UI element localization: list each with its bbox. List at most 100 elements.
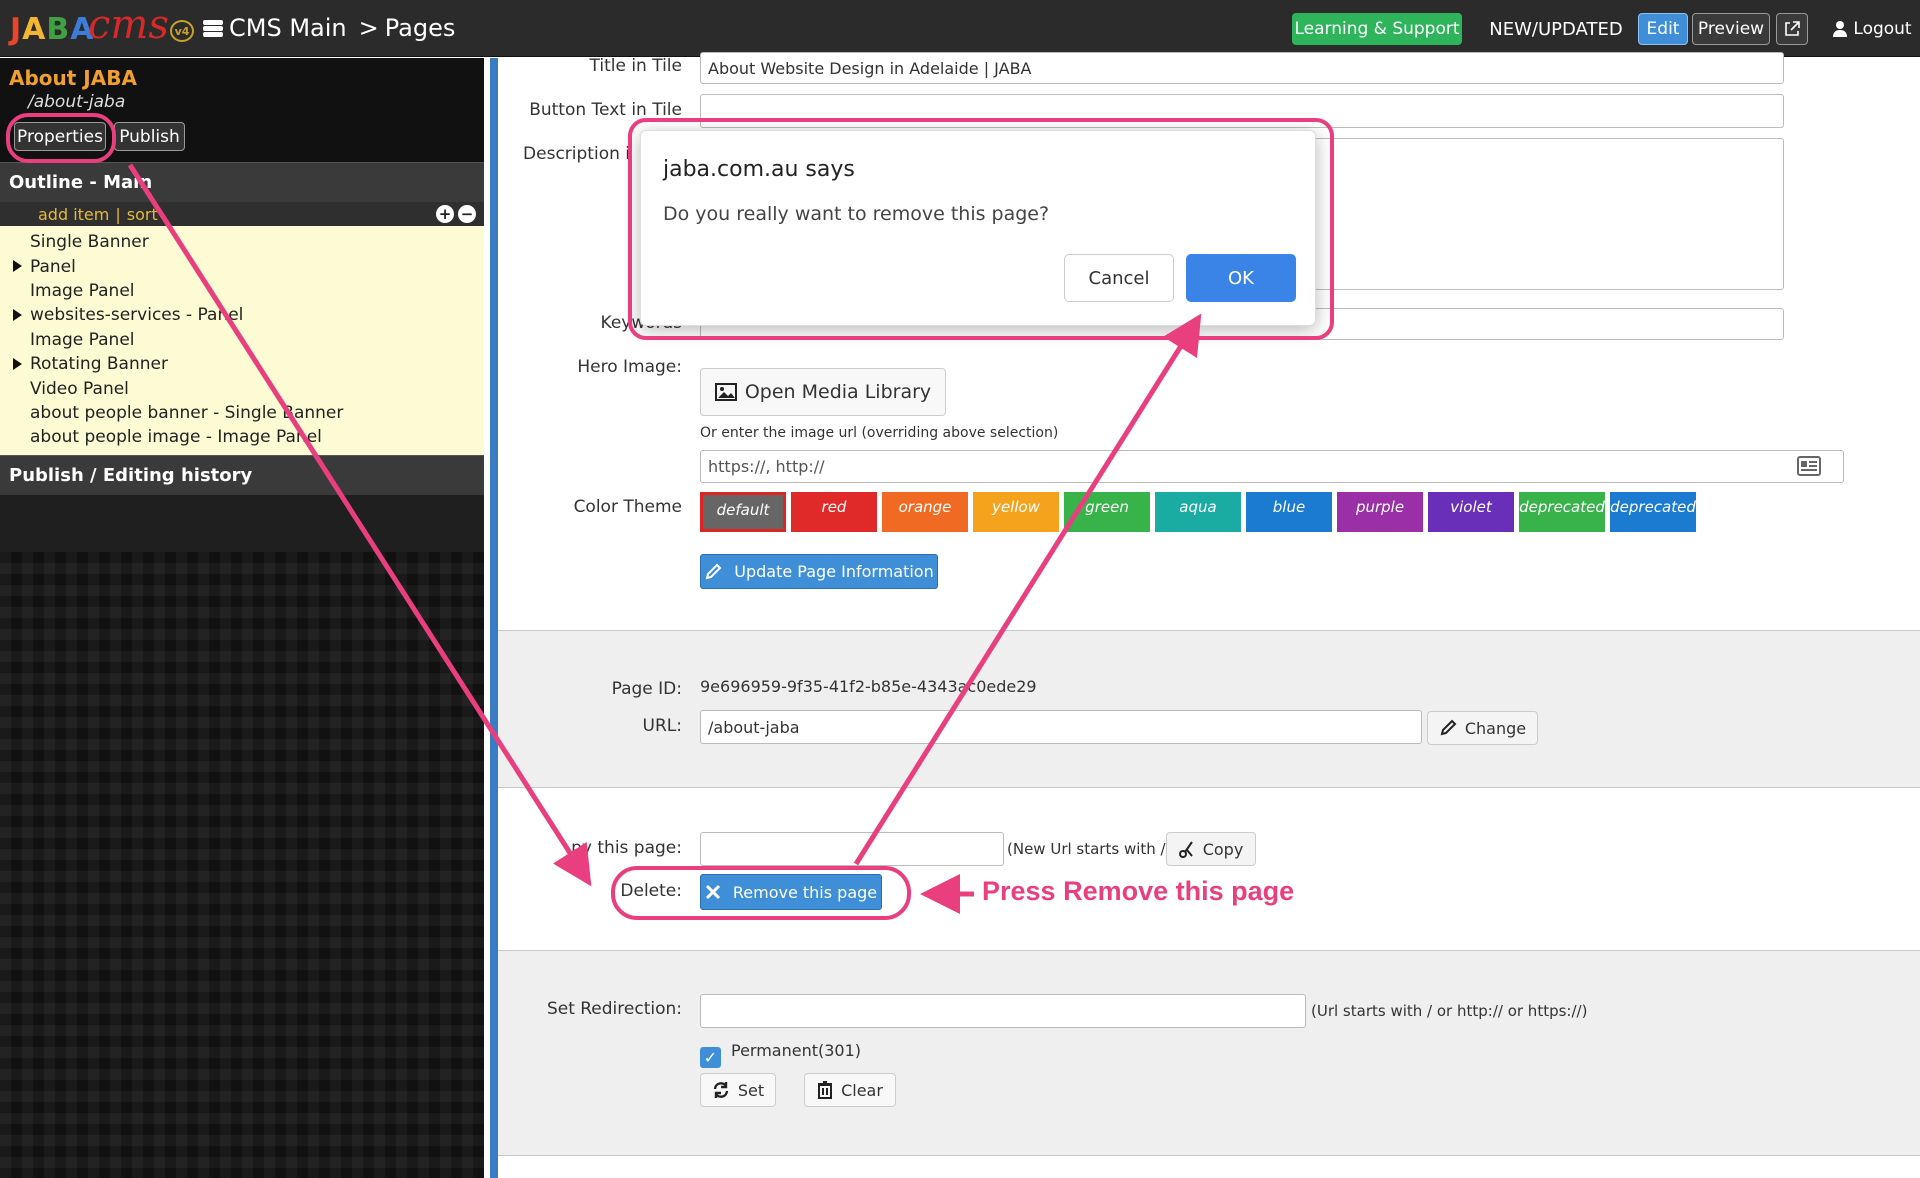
color-swatch-aqua[interactable]: aqua xyxy=(1155,492,1241,532)
outline-list: Single Banner Panel Image Panel websites-se… xyxy=(0,226,484,455)
preview-button[interactable]: Preview xyxy=(1692,13,1770,45)
outline-item[interactable]: about people banner - Single Banner xyxy=(0,401,484,425)
refresh-icon xyxy=(713,1082,729,1098)
logout-button[interactable]: Logout xyxy=(1830,13,1914,45)
outline-item[interactable]: Rotating Banner xyxy=(0,352,484,376)
expand-triangle-icon[interactable] xyxy=(13,309,22,322)
button-text-label: Button Text in Tile xyxy=(529,100,682,120)
expand-all-icon[interactable]: + xyxy=(436,205,454,223)
add-item-link[interactable]: add item xyxy=(38,205,109,224)
address-card-icon[interactable] xyxy=(1797,456,1821,476)
clear-redirect-button[interactable]: Clear xyxy=(804,1073,896,1107)
publish-tab[interactable]: Publish xyxy=(114,122,185,151)
outline-item-label: Image Panel xyxy=(30,280,135,301)
open-external-button[interactable] xyxy=(1776,13,1808,45)
outline-item-label: Video Panel xyxy=(30,378,129,399)
copy-url-input[interactable] xyxy=(700,832,1004,866)
edit-button[interactable]: Edit xyxy=(1638,13,1688,45)
user-icon xyxy=(1833,21,1848,37)
color-swatch-deprecated[interactable]: deprecated xyxy=(1519,492,1605,532)
hero-image-label: Hero Image: xyxy=(577,357,682,377)
page-id-label: Page ID: xyxy=(611,679,682,699)
page-path: /about-jaba xyxy=(28,92,126,112)
sidebar-background xyxy=(0,552,484,1178)
outline-item[interactable]: about people image - Image Panel xyxy=(0,425,484,449)
color-swatch-orange[interactable]: orange xyxy=(882,492,968,532)
outline-item[interactable]: Image Panel xyxy=(0,328,484,352)
outline-item-label: about people banner - Single Banner xyxy=(30,402,344,423)
update-page-information-button[interactable]: Update Page Information xyxy=(700,554,938,589)
outline-item-label: websites-services - Panel xyxy=(30,305,244,326)
image-icon xyxy=(714,383,737,401)
color-swatch-deprecated[interactable]: deprecated xyxy=(1610,492,1696,532)
breadcrumb-separator: > xyxy=(358,14,379,42)
logout-label: Logout xyxy=(1853,19,1912,39)
breadcrumb-pages[interactable]: Pages xyxy=(385,14,456,42)
color-swatch-blue[interactable]: blue xyxy=(1246,492,1332,532)
learning-support-button[interactable]: Learning & Support xyxy=(1292,13,1462,45)
outline-item-label: about people image - Image Panel xyxy=(30,427,322,448)
copy-page-label: py this page: xyxy=(571,838,682,858)
expand-triangle-icon[interactable] xyxy=(13,260,22,273)
color-swatch-default[interactable]: default xyxy=(700,492,786,532)
annotation-text: Press Remove this page xyxy=(982,876,1295,906)
image-url-input[interactable]: https://, http:// xyxy=(700,450,1844,483)
permanent-checkbox[interactable]: ✓ xyxy=(700,1047,721,1068)
color-swatch-green[interactable]: green xyxy=(1064,492,1150,532)
outline-item[interactable]: Video Panel xyxy=(0,376,484,400)
stack-icon xyxy=(203,19,223,37)
expand-triangle-icon[interactable] xyxy=(13,357,22,370)
top-bar: JABA cms v4 CMS Main > Pages Learning & … xyxy=(0,0,1920,57)
title-in-tile-label: Title in Tile xyxy=(589,56,682,76)
description-label: Description i xyxy=(523,144,630,164)
copy-page-label-text: Copy xyxy=(1202,839,1244,859)
color-swatch-purple[interactable]: purple xyxy=(1337,492,1423,532)
change-url-button[interactable]: Change xyxy=(1427,711,1538,745)
main-left-border xyxy=(490,58,498,1178)
set-redirect-button[interactable]: Set xyxy=(700,1073,776,1107)
set-redirection-label: Set Redirection: xyxy=(546,999,682,1019)
delete-highlight-ring xyxy=(611,866,911,920)
outline-item[interactable]: websites-services - Panel xyxy=(0,303,484,327)
open-media-library-button[interactable]: Open Media Library xyxy=(700,368,946,416)
copy-page-button[interactable]: Copy xyxy=(1166,832,1256,866)
new-updated-link[interactable]: NEW/UPDATED xyxy=(1486,13,1626,45)
scissors-icon xyxy=(1178,841,1193,858)
copy-url-hint: (New Url starts with /) xyxy=(1007,840,1172,858)
title-in-tile-input[interactable]: About Website Design in Adelaide | JABA xyxy=(700,52,1784,84)
page-id-value: 9e696959-9f35-41f2-b85e-4343ac0ede29 xyxy=(700,677,1037,696)
pencil-icon xyxy=(1440,719,1457,736)
toolbar-separator: | xyxy=(115,204,121,224)
jaba-cms-logo[interactable]: JABA cms v4 xyxy=(10,2,194,52)
url-input[interactable]: /about-jaba xyxy=(700,710,1422,744)
clear-redirect-label: Clear xyxy=(841,1080,883,1100)
redirection-input[interactable] xyxy=(700,994,1306,1028)
sort-link[interactable]: sort xyxy=(127,205,158,224)
logo-wordmark: JABA xyxy=(10,12,95,47)
outline-item-label: Image Panel xyxy=(30,329,135,350)
history-section-header[interactable]: Publish / Editing history xyxy=(0,455,484,495)
color-swatch-red[interactable]: red xyxy=(791,492,877,532)
outline-item[interactable]: Image Panel xyxy=(0,279,484,303)
sidebar: About JABA /about-jaba Properties Publis… xyxy=(0,58,484,1178)
outline-item-label: Rotating Banner xyxy=(30,354,168,375)
collapse-all-icon[interactable]: − xyxy=(458,205,476,223)
outline-item[interactable]: Panel xyxy=(0,254,484,278)
outline-toolbar: add item | sort + − xyxy=(0,202,484,226)
pencil-icon xyxy=(705,563,722,579)
color-swatch-yellow[interactable]: yellow xyxy=(973,492,1059,532)
outline-section-header[interactable]: Outline - Main xyxy=(0,162,484,202)
image-url-hint: Or enter the image url (overriding above… xyxy=(700,425,1059,441)
page-info-panel xyxy=(498,630,1920,788)
breadcrumb: CMS Main > Pages xyxy=(203,14,455,42)
properties-highlight-ring xyxy=(6,113,116,163)
color-swatch-violet[interactable]: violet xyxy=(1428,492,1514,532)
outline-item-label: Panel xyxy=(30,256,76,277)
color-theme-swatches: default red orange yellow green aqua blue purpl… xyxy=(700,492,1696,532)
update-page-information-label: Update Page Information xyxy=(734,562,934,581)
set-redirect-label: Set xyxy=(737,1080,765,1100)
breadcrumb-cms-main[interactable]: CMS Main xyxy=(229,14,347,42)
outline-item[interactable]: Single Banner xyxy=(0,230,484,254)
page-title: About JABA xyxy=(9,66,137,90)
change-url-label: Change xyxy=(1464,718,1527,738)
